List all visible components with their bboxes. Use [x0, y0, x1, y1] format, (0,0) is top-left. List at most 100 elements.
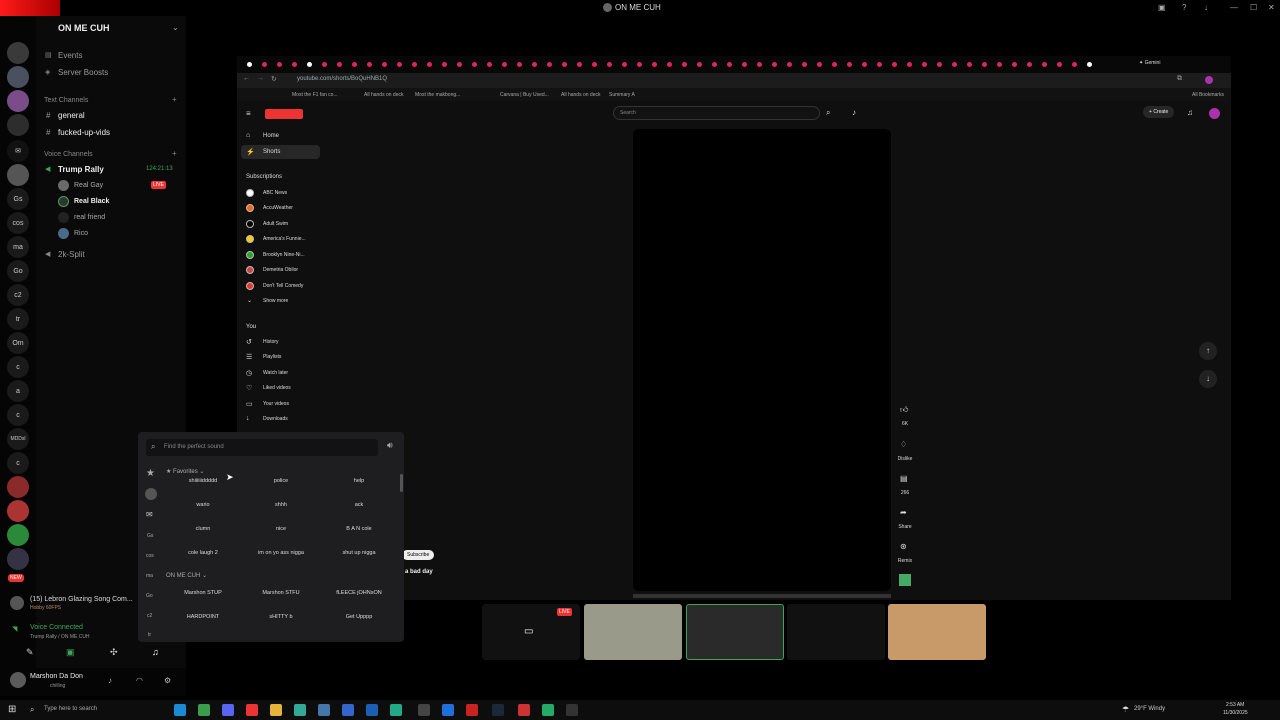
server-icon[interactable]: Gs: [7, 188, 29, 210]
participant-tile[interactable]: [787, 604, 885, 660]
server-boosts-item[interactable]: Server Boosts: [58, 68, 108, 77]
voice-channels-header[interactable]: Voice Channels: [44, 151, 93, 158]
voice-channel-trump-rally[interactable]: Trump Rally: [58, 165, 104, 174]
soundboard-icon[interactable]: ♫: [152, 647, 159, 657]
video-off-icon[interactable]: ✎: [26, 647, 34, 658]
sound-button[interactable]: sHITTY b: [241, 614, 321, 620]
forward-icon[interactable]: →: [257, 75, 264, 82]
scrollbar[interactable]: [400, 474, 403, 492]
app-icon[interactable]: [366, 704, 378, 716]
avatar[interactable]: [10, 672, 26, 688]
dislike-icon[interactable]: ♢: [900, 440, 907, 449]
close-button[interactable]: ✕: [1268, 3, 1275, 12]
account-avatar[interactable]: [1209, 108, 1220, 119]
server-icon[interactable]: tr: [7, 308, 29, 330]
server-icon[interactable]: Om: [7, 332, 29, 354]
add-voice-channel-icon[interactable]: +: [172, 149, 177, 158]
subscription-item[interactable]: AccuWeather: [263, 205, 293, 211]
sound-button[interactable]: help: [319, 478, 399, 484]
app-icon[interactable]: [542, 704, 554, 716]
subscriptions-header[interactable]: Subscriptions: [246, 174, 282, 180]
taskbar-search[interactable]: Type here to search: [44, 706, 97, 712]
sound-button[interactable]: ack: [319, 502, 399, 508]
help-icon[interactable]: ?: [1182, 3, 1186, 12]
activity-title[interactable]: (15) Lebron Glazing Song Com...: [30, 596, 133, 603]
app-icon[interactable]: [518, 704, 530, 716]
screen-share-icon[interactable]: ▣: [66, 647, 75, 658]
server-icon[interactable]: a: [7, 380, 29, 402]
you-history[interactable]: History: [263, 339, 279, 345]
you-watch-later[interactable]: Watch later: [263, 370, 288, 376]
sound-button[interactable]: B A N cole: [319, 526, 399, 532]
inbox-icon[interactable]: ▣: [1158, 3, 1166, 12]
voice-channel-2k-split[interactable]: 2k-Split: [58, 250, 85, 259]
sound-button[interactable]: im on yo ass nigga: [241, 550, 321, 556]
events-item[interactable]: Events: [58, 51, 82, 60]
all-bookmarks[interactable]: All Bookmarks: [1192, 92, 1224, 98]
minimize-button[interactable]: —: [1230, 3, 1238, 12]
voice-connected-channel[interactable]: Trump Rally / ON ME CUH: [30, 634, 90, 640]
app-icon[interactable]: [270, 704, 282, 716]
server-icon[interactable]: c2: [7, 284, 29, 306]
sound-button[interactable]: HARDPOINT: [163, 614, 243, 620]
activities-icon[interactable]: ✣: [110, 647, 118, 658]
clock-time[interactable]: 2:53 AM: [1226, 702, 1244, 708]
sound-button[interactable]: nice: [241, 526, 321, 532]
reload-icon[interactable]: ↻: [271, 75, 277, 83]
you-downloads[interactable]: Downloads: [263, 416, 288, 422]
show-more-button[interactable]: Show more: [263, 298, 288, 304]
headphones-icon[interactable]: ◠: [136, 676, 143, 685]
participant-tile[interactable]: [686, 604, 784, 660]
favorites-header[interactable]: ★ Favorites ⌄: [166, 468, 204, 475]
server-label[interactable]: tr: [148, 632, 151, 638]
search-input[interactable]: Search: [613, 106, 820, 120]
sound-button[interactable]: police: [241, 478, 321, 484]
create-button[interactable]: + Create: [1143, 106, 1175, 118]
text-channels-header[interactable]: Text Channels: [44, 97, 88, 104]
nav-home[interactable]: Home: [263, 133, 279, 139]
sound-button[interactable]: clumn: [163, 526, 243, 532]
server-icon[interactable]: [7, 66, 29, 88]
next-short-button[interactable]: ↓: [1199, 370, 1217, 388]
participant-tile[interactable]: [888, 604, 986, 660]
bookmark-item[interactable]: Most the F1 fan co...: [292, 92, 338, 98]
youtube-logo[interactable]: [265, 109, 303, 119]
voice-search-icon[interactable]: ♪: [852, 108, 856, 117]
windows-start-icon[interactable]: ⊞: [8, 704, 16, 715]
sound-thumbnail[interactable]: [899, 574, 911, 586]
clock-date[interactable]: 11/30/2025: [1223, 710, 1248, 716]
subscription-item[interactable]: ABC News: [263, 190, 287, 196]
sound-button[interactable]: fLEECE jOHNsON: [319, 590, 399, 596]
subscription-item[interactable]: Brooklyn Nine-Ni...: [263, 252, 305, 258]
add-channel-icon[interactable]: +: [172, 95, 177, 104]
user-name[interactable]: Marshon Da Don: [30, 673, 83, 680]
chrome-icon[interactable]: [198, 704, 210, 716]
subscription-item[interactable]: Don't Tell Comedy: [263, 283, 303, 289]
download-icon[interactable]: ↓: [1204, 3, 1208, 12]
mail-icon[interactable]: ✉: [146, 510, 153, 519]
volume-icon[interactable]: 🔊︎: [387, 440, 393, 451]
shorts-player[interactable]: [633, 129, 891, 591]
server-icon[interactable]: [7, 548, 29, 570]
progress-bar[interactable]: [633, 594, 891, 598]
server-icon[interactable]: ma: [7, 236, 29, 258]
server-icon[interactable]: MDDxl: [7, 428, 29, 450]
server-icon[interactable]: [7, 524, 29, 546]
subscribe-button[interactable]: Subscribe: [402, 550, 435, 560]
server-icon[interactable]: c: [7, 404, 29, 426]
server-icon[interactable]: [7, 90, 29, 112]
server-label[interactable]: ma: [146, 573, 153, 579]
channel-general[interactable]: general: [58, 111, 85, 120]
back-icon[interactable]: ←: [243, 75, 250, 82]
menu-icon[interactable]: ≡: [246, 109, 251, 118]
discord-icon[interactable]: [222, 704, 234, 716]
search-icon[interactable]: ⌕: [826, 108, 830, 118]
opera-icon[interactable]: [246, 704, 258, 716]
server-icon[interactable]: [7, 114, 29, 136]
weather-label[interactable]: 29°F Windy: [1134, 706, 1165, 712]
server-icon[interactable]: c: [7, 452, 29, 474]
sound-button[interactable]: shhh: [241, 502, 321, 508]
url-field[interactable]: youtube.com/shorts/BoQuHNB1Q: [297, 76, 387, 82]
share-icon[interactable]: ➦: [900, 508, 907, 517]
app-icon[interactable]: [390, 704, 402, 716]
